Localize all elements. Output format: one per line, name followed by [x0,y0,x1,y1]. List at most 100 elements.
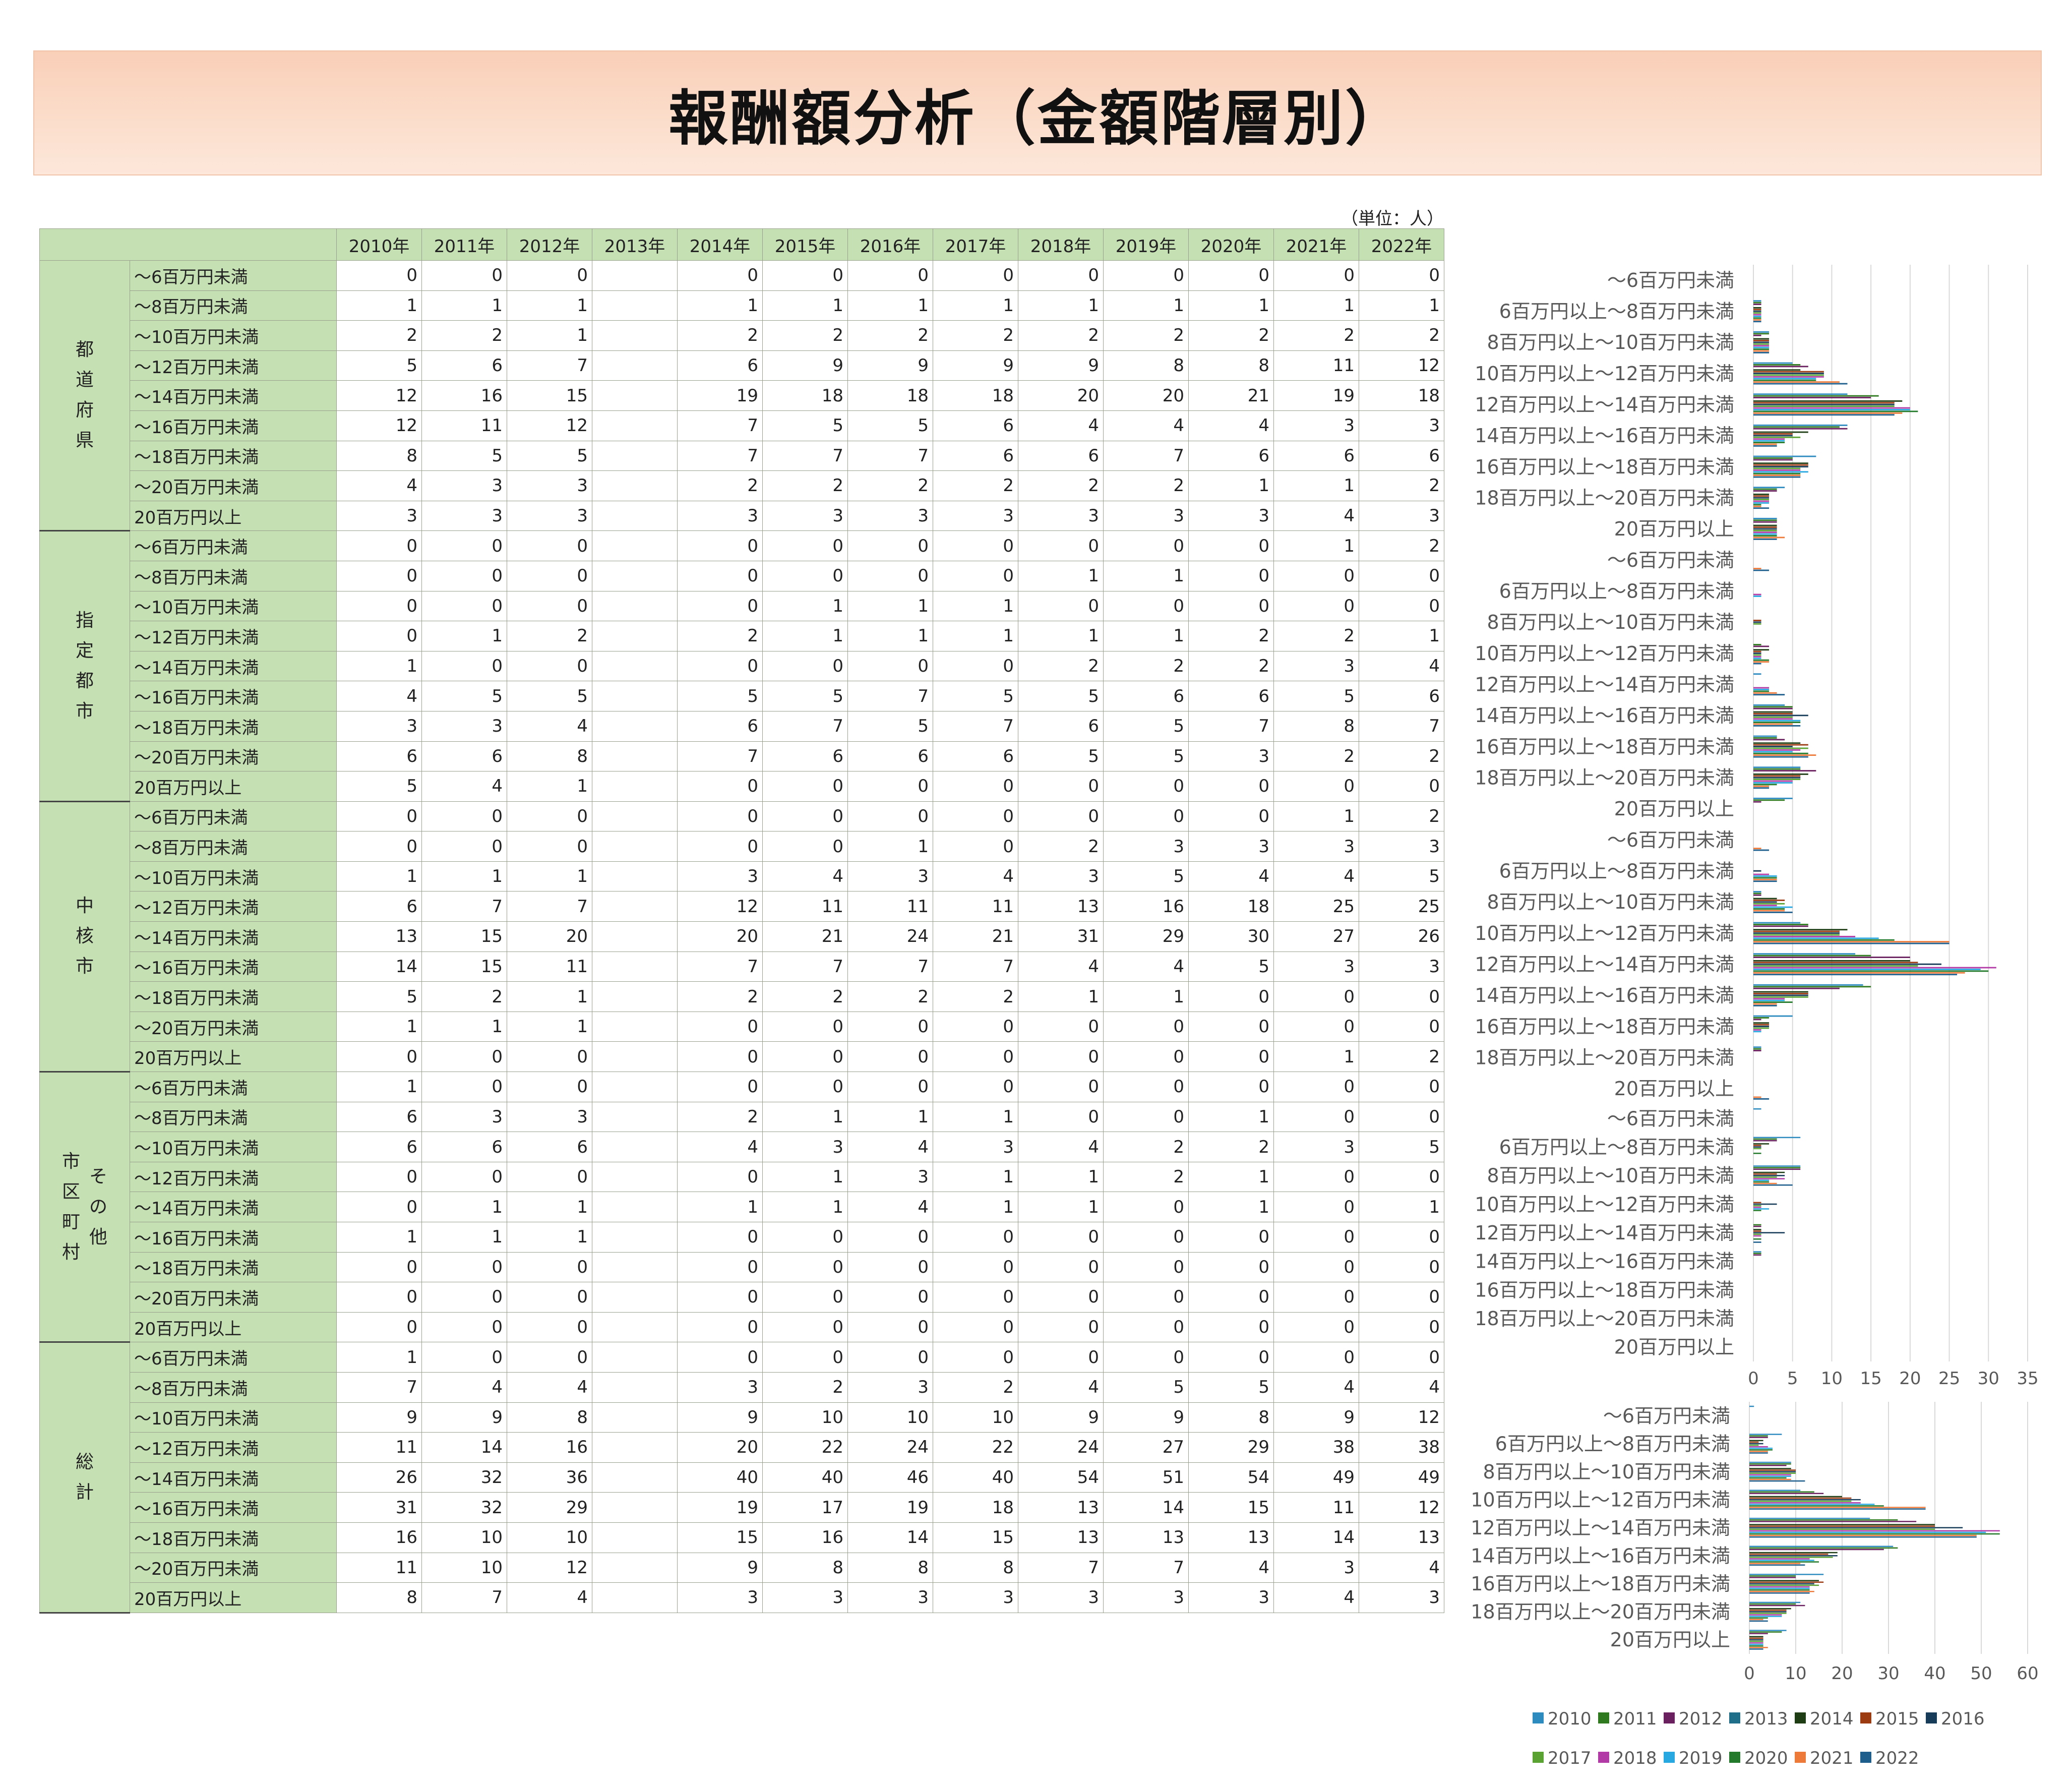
bar [1753,1184,1793,1186]
legend-swatch [1860,1712,1871,1723]
bar [1753,1178,1785,1179]
bar [1749,1549,1884,1551]
bar [1753,340,1770,341]
bar [1753,469,1801,471]
bar [1753,504,1761,506]
legend-swatch [1729,1752,1740,1763]
bar [1753,746,1793,747]
bar [1753,873,1770,875]
bar [1753,663,1761,665]
bar [1753,1048,1761,1050]
category-label: 16百万円以上～18百万円未満 [1475,1016,1734,1038]
bar [1753,901,1777,903]
bar [1749,1440,1763,1442]
bar [1753,348,1770,350]
bar [1753,346,1770,348]
bar [1749,1608,1791,1610]
bar [1753,797,1793,799]
bar [1753,718,1793,720]
legend-label: 2014 [1810,1709,1854,1729]
bar [1753,407,1910,409]
category-label: 6百万円以上～8百万円未満 [1499,860,1734,882]
bar [1753,596,1761,597]
category-label: 18百万円以上～20百万円未満 [1475,767,1734,789]
bar [1753,707,1793,709]
category-label: 16百万円以上～18百万円未満 [1475,736,1734,758]
bar [1753,752,1808,754]
bar [1753,903,1785,905]
category-label: 10百万円以上～12百万円未満 [1471,1489,1730,1511]
bar [1753,369,1801,371]
bar [1753,1027,1770,1029]
bar [1749,1525,1935,1527]
bar [1753,410,1918,412]
legend-label: 2022 [1875,1748,1919,1768]
bar [1749,1530,2000,1532]
bar [1749,1583,1814,1585]
legend-label: 2013 [1744,1709,1788,1729]
legend-label: 2012 [1679,1709,1723,1729]
bar [1753,722,1801,723]
bar [1753,880,1777,882]
bar [1753,383,1848,385]
category-label: 18百万円以上～20百万円未満 [1475,487,1734,509]
bar [1753,935,1856,937]
bar [1753,333,1770,335]
bar [1749,1614,1782,1616]
legend-label: 2018 [1613,1748,1657,1768]
bar [1749,1590,1814,1592]
category-label: 20百万円以上 [1614,1078,1734,1100]
bar [1753,1225,1761,1227]
bar [1753,773,1808,775]
bar [1753,487,1785,489]
category-label: 20百万円以上 [1614,1336,1734,1358]
bar [1753,766,1801,768]
bar [1753,939,1895,941]
bar [1753,1179,1770,1181]
bar [1753,490,1777,492]
tick-label: 50 [1970,1663,1992,1684]
bar [1749,1580,1819,1581]
bar [1753,1140,1777,1142]
bar [1753,403,1895,405]
bar [1749,1475,1791,1477]
category-label: 8百万円以上～10百万円未満 [1487,331,1734,353]
category-label: 20百万円以上 [1614,798,1734,820]
bar [1753,331,1770,333]
bar [1749,1437,1768,1438]
bar [1753,1230,1761,1232]
bar [1753,440,1785,442]
bar [1753,785,1770,787]
bar [1753,849,1770,851]
bar [1753,941,1949,943]
bar [1749,1528,1935,1530]
bar [1753,499,1770,501]
bar [1753,426,1840,428]
category-label: 14百万円以上～16百万円未満 [1475,984,1734,1006]
bar [1753,1145,1761,1146]
bar [1753,400,1903,402]
bar [1753,538,1777,540]
bar [1753,1022,1770,1024]
bar [1753,1251,1761,1253]
bar [1749,1521,1917,1522]
bar [1753,1173,1777,1175]
bar [1753,1046,1761,1048]
bar [1753,471,1808,473]
bar [1753,787,1770,789]
bar [1753,1148,1761,1150]
bar [1753,780,1793,782]
bar [1753,953,1856,955]
bar [1753,782,1793,784]
bar [1753,438,1785,440]
legend-swatch [1926,1712,1937,1723]
category-label: 20百万円以上 [1614,518,1734,540]
bar [1749,1616,1782,1617]
bar [1753,316,1761,317]
bar [1753,652,1761,654]
bar [1749,1518,1870,1519]
bar [1749,1574,1824,1575]
bar [1753,934,1840,936]
bar [1749,1536,1977,1538]
bar [1749,1613,1787,1614]
